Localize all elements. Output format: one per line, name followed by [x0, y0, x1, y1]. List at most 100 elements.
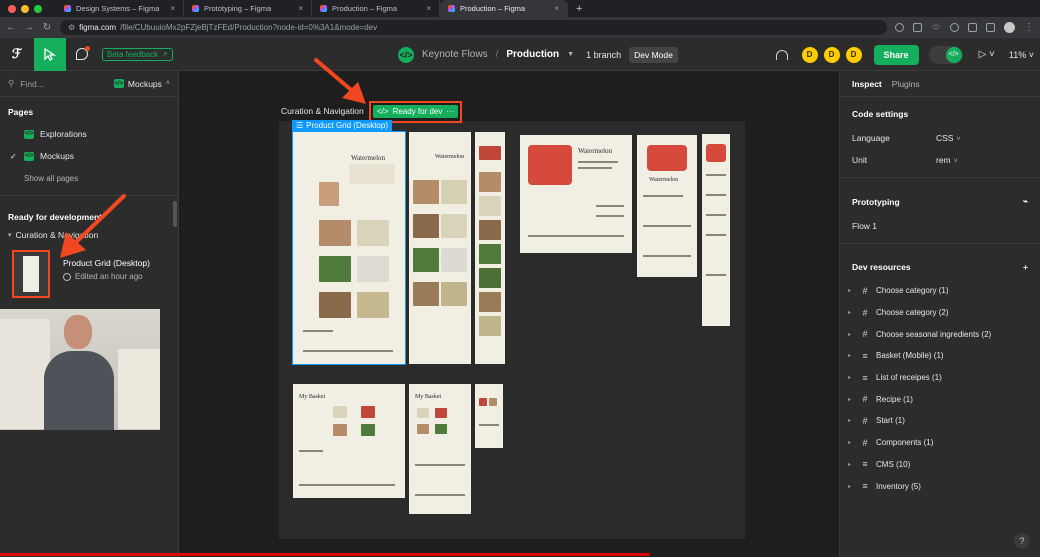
dev-resource-item[interactable]: ▸ # Choose category (2) — [840, 302, 1040, 324]
product-thumbnail — [479, 316, 501, 336]
language-select[interactable]: CSS ˅ — [936, 133, 961, 143]
sidebar-scrollbar[interactable] — [173, 201, 177, 227]
forward-arrow-icon[interactable]: → — [24, 22, 34, 33]
collaborator-avatar[interactable]: D — [823, 46, 840, 63]
collaborator-avatar[interactable]: D — [845, 46, 862, 63]
reload-icon[interactable]: ↻ — [42, 22, 52, 33]
frame-basket-desktop[interactable]: My Basket — [293, 384, 405, 498]
puzzle-icon[interactable] — [968, 23, 977, 32]
frame-recipe-mobile[interactable] — [702, 134, 730, 326]
tab-inspect[interactable]: Inspect — [852, 79, 882, 89]
bookmark-star-icon[interactable]: ☆ — [931, 22, 941, 33]
close-tab-icon[interactable]: × — [170, 4, 175, 13]
close-tab-icon[interactable]: × — [426, 4, 431, 13]
ready-for-dev-heading: Ready for development — [8, 212, 102, 222]
flow-connector-icon[interactable]: ⌁ — [1023, 196, 1028, 207]
main-menu-icon[interactable]: ℱ — [0, 38, 34, 71]
share-button[interactable]: Share — [873, 44, 919, 65]
back-arrow-icon[interactable]: ← — [6, 22, 16, 33]
text-line — [578, 161, 618, 163]
text-line — [528, 235, 624, 237]
maximize-window-button[interactable] — [34, 4, 42, 13]
dev-resource-item[interactable]: ▸ # Choose seasonal ingredients (2) — [840, 323, 1040, 345]
collaborator-avatar[interactable]: D — [801, 46, 818, 63]
chevron-up-icon: ˄ — [165, 80, 170, 87]
frame-product-grid-desktop[interactable]: Watermelon — [292, 131, 406, 365]
close-window-button[interactable] — [8, 4, 16, 13]
dev-resource-item[interactable]: ▸ ≡ Basket (Mobile) (1) — [840, 345, 1040, 367]
dev-resource-item[interactable]: ▸ ≡ List of receipes (1) — [840, 367, 1040, 389]
frame-recipe-desktop[interactable]: Watermelon — [520, 135, 632, 253]
frame-basket-tablet[interactable]: My Basket — [409, 384, 471, 514]
close-tab-icon[interactable]: × — [554, 4, 559, 13]
text-line — [706, 174, 726, 176]
more-menu-icon[interactable]: ⋮ — [1024, 22, 1034, 33]
file-name[interactable]: Production — [506, 49, 559, 60]
section-label[interactable]: Curation & Navigation — [281, 106, 364, 116]
ready-for-dev-badge[interactable]: </> Ready for dev ··· — [373, 105, 459, 118]
flow-item[interactable]: Flow 1 — [840, 215, 1040, 237]
frame-heading: Watermelon — [351, 154, 386, 162]
text-line — [596, 205, 624, 207]
zoom-icon[interactable] — [895, 23, 904, 32]
chevron-down-icon[interactable]: ▼ — [567, 51, 574, 58]
code-icon: </> — [24, 129, 34, 139]
code-icon: </> — [24, 151, 34, 161]
comment-tool-button[interactable] — [66, 38, 98, 71]
browser-tab[interactable]: Design Systems – Figma × — [56, 0, 184, 17]
move-tool-button[interactable] — [34, 37, 66, 71]
design-canvas[interactable]: Curation & Navigation </> Ready for dev ··… — [179, 71, 839, 557]
page-switcher[interactable]: </> Mockups ˄ — [113, 79, 170, 89]
dev-resource-item[interactable]: ▸ # Choose category (1) — [840, 280, 1040, 302]
dev-resource-item[interactable]: ▸ # Components (1) — [840, 432, 1040, 454]
close-tab-icon[interactable]: × — [298, 4, 303, 13]
text-line — [706, 214, 726, 216]
ready-frame-item[interactable]: Product Grid (Desktop) Edited an hour ag… — [0, 246, 178, 298]
page-item-mockups[interactable]: ✓ </> Mockups — [0, 145, 178, 167]
url-field[interactable]: ⚙ figma.com/file/CUbuuioMx2pFZjeBjTzFEd/… — [60, 20, 887, 35]
dev-resource-item[interactable]: ▸ # Start (1) — [840, 410, 1040, 432]
frame-label[interactable]: ☰ Product Grid (Desktop) — [292, 120, 392, 131]
minimize-window-button[interactable] — [21, 4, 29, 13]
extension-icon[interactable] — [950, 23, 959, 32]
frame-recipe-tablet[interactable]: Watermelon — [637, 135, 697, 277]
new-tab-button[interactable]: + — [568, 3, 590, 15]
browser-tab[interactable]: Prototyping – Figma × — [184, 0, 312, 17]
product-thumbnail — [479, 220, 501, 240]
more-icon[interactable]: ··· — [446, 107, 454, 116]
zoom-level[interactable]: 11% ˅ — [1009, 50, 1034, 60]
divider — [840, 177, 1040, 178]
branch-indicator[interactable]: 1 branch — [586, 50, 621, 60]
basket-item-image — [417, 424, 429, 434]
dev-resource-label: Choose seasonal ingredients (2) — [876, 329, 992, 339]
inspector-tabs: Inspect Plugins — [840, 71, 1040, 97]
site-info-icon[interactable]: ⚙ — [68, 23, 75, 32]
dev-resource-label: Inventory (5) — [876, 481, 921, 491]
browser-tab-active[interactable]: Production – Figma × — [440, 0, 568, 17]
tab-plugins[interactable]: Plugins — [892, 79, 920, 89]
unit-select[interactable]: rem ˅ — [936, 155, 958, 165]
sidebar-icon[interactable] — [986, 23, 995, 32]
profile-avatar[interactable] — [1004, 22, 1015, 33]
group-curation-navigation[interactable]: ▾ Curation & Navigation — [0, 230, 178, 240]
add-resource-icon[interactable]: + — [1023, 262, 1028, 272]
figma-favicon-icon — [64, 5, 71, 12]
dev-resource-item[interactable]: ▸ ≡ CMS (10) — [840, 454, 1040, 476]
show-all-pages-link[interactable]: Show all pages — [0, 167, 178, 189]
dev-resource-item[interactable]: ▸ ≡ Inventory (5) — [840, 475, 1040, 497]
prototyping-heading: Prototyping — [852, 196, 900, 207]
dev-mode-toggle[interactable]: </> — [928, 45, 963, 64]
frame-mobile[interactable] — [475, 132, 505, 364]
page-item-explorations[interactable]: </> Explorations — [0, 123, 178, 145]
browser-tab[interactable]: Production – Figma × — [312, 0, 440, 17]
help-button[interactable]: ? — [1014, 533, 1030, 549]
beta-feedback-button[interactable]: Beta feedback ↗ — [102, 47, 173, 61]
headphones-icon[interactable] — [775, 49, 788, 60]
present-play-icon[interactable]: ▷ ˅ — [979, 49, 995, 60]
dev-resource-item[interactable]: ▸ # Recipe (1) — [840, 388, 1040, 410]
frame-tablet[interactable]: Watermelon — [409, 132, 471, 364]
frame-basket-mobile[interactable] — [475, 384, 503, 448]
project-name[interactable]: Keynote Flows — [422, 49, 488, 60]
find-input[interactable]: Find... — [20, 79, 44, 89]
share-page-icon[interactable] — [913, 23, 922, 32]
